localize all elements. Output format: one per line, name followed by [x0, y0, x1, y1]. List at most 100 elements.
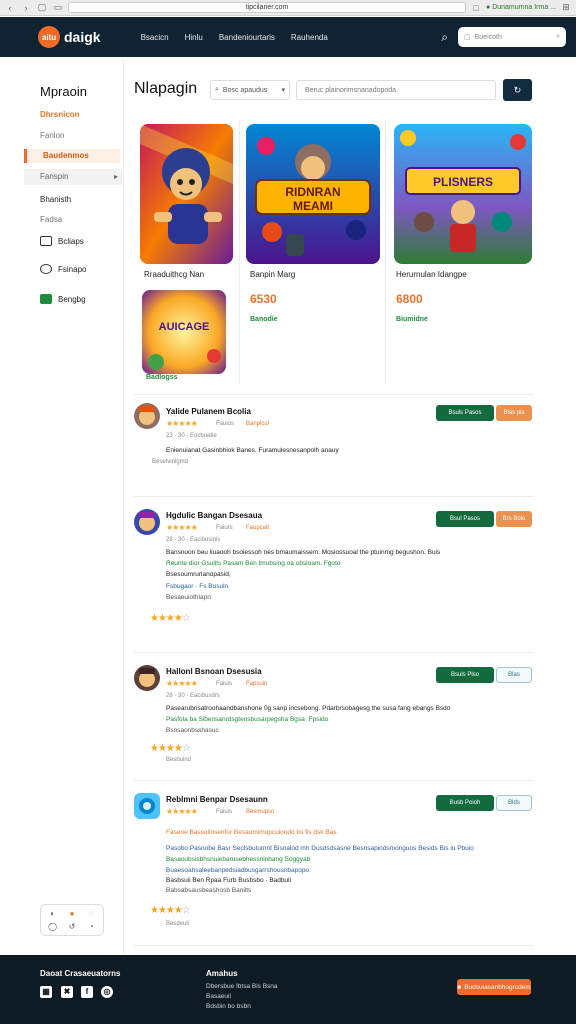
avatar[interactable] — [134, 403, 160, 429]
review-title[interactable]: Reblmni Benpar Dsesaunn — [166, 795, 268, 804]
review-text-line-5: Besaeuiothlapn — [166, 594, 211, 601]
game-art-hero — [140, 124, 233, 264]
page-icon[interactable]: ▢ — [36, 2, 48, 14]
game-thumbnail-small[interactable]: AUICAGE — [142, 290, 226, 374]
sidebar-item-7[interactable]: Bcliaps — [58, 237, 84, 246]
secondary-action-button[interactable]: Blas pis — [496, 405, 532, 421]
secondary-action-button[interactable]: Blds — [496, 795, 532, 811]
social-icon-1[interactable]: ◐ — [45, 909, 61, 918]
url-bar[interactable]: tipcilarier.com — [68, 2, 466, 13]
game-label-1: Badlogss — [146, 374, 178, 381]
review-date: 23 · 30 · Eocbuatie — [166, 433, 217, 439]
game-price-3: 6800 — [396, 292, 423, 306]
review-text-line-2: Pasfola ba Sibensanrdsgtensbusarpegsha B… — [166, 716, 329, 723]
review-item-2: Hgdulic Bangan Dsesaua ★★★★★ Faiurs Faup… — [134, 496, 534, 652]
chevron-right-icon: ▸ — [113, 172, 118, 181]
primary-action-button[interactable]: Bsul Pasos — [436, 511, 494, 527]
sidebar-item-8[interactable]: Fsinapo — [58, 265, 86, 274]
sidebar-item-5[interactable]: Bhanisth — [40, 195, 71, 204]
sidebar-icon[interactable]: ▭ — [52, 2, 64, 14]
review-title[interactable]: Yalide Pulanem Bcolia — [166, 407, 251, 416]
game-price-2: 6530 — [250, 292, 277, 306]
social-icon-6[interactable]: ◔ — [83, 922, 99, 931]
nav-link-3[interactable]: Bandeniourtaris — [219, 33, 275, 42]
review-text-line-3: Basaoubsisbhsnuiebarusebhessninbang Sogg… — [166, 856, 311, 863]
browser-toolbar: ‹ › ▢ ▭ tipcilarier.com □ ● Dunamumna Irm… — [0, 0, 576, 16]
primary-action-button[interactable]: Bsuls Pasos — [436, 405, 494, 421]
nav-links: Bsacicn Hinlu Bandeniourtaris Rauhenda — [141, 33, 328, 42]
review-title[interactable]: Hgdulic Bangan Dsesaua — [166, 511, 262, 520]
game-card-1[interactable]: Rraaduithcg Nan AUICAGE Badlogss — [134, 120, 240, 384]
logo[interactable]: aitu daigk — [38, 26, 101, 48]
game-art-title: PLISNERS — [433, 175, 493, 189]
review-title[interactable]: Hallonl Bsnoan Dsesusia — [166, 667, 262, 676]
qr-icon[interactable]: ▦ — [40, 986, 52, 998]
game-card-3[interactable]: PLISNERS Herurnulan Idangpe 6800 Biumidn… — [386, 120, 534, 384]
primary-action-button[interactable]: Bsuls Plso — [436, 667, 494, 683]
filter-dropdown[interactable]: ⌕ Bosc apaudus ▾ — [210, 80, 290, 100]
x-icon[interactable]: ✖ — [61, 986, 73, 998]
nav-link-4[interactable]: Rauhenda — [291, 33, 328, 42]
forward-icon[interactable]: › — [20, 2, 32, 14]
footer-link-3[interactable]: Bdsbin bo bsbn — [206, 1003, 251, 1010]
secondary-action-button[interactable]: Brs Bolo — [496, 511, 532, 527]
extension-label[interactable]: ● Dunamumna Irma ... — [486, 4, 556, 11]
instagram-icon[interactable]: ◎ — [101, 986, 113, 998]
new-tab-icon[interactable]: ⊞ — [560, 2, 572, 14]
logo-mark: aitu — [38, 26, 60, 48]
primary-action-button[interactable]: Busb Poioh — [436, 795, 494, 811]
footer-link-1[interactable]: Dbersbue Ibtsa Bis Bsna — [206, 983, 278, 990]
review-meta-2: Fapsuin — [246, 681, 268, 687]
nav-link-2[interactable]: Hinlu — [185, 33, 203, 42]
review-text-line-5: Basbsuii Ben Rpaa Furb Busbsbo · Badbuli — [166, 877, 292, 884]
top-navbar: aitu daigk Bsacicn Hinlu Bandeniourtaris… — [0, 17, 576, 57]
review-tag[interactable]: Besetvinigmd — [152, 459, 188, 465]
back-icon[interactable]: ‹ — [4, 2, 16, 14]
social-icon-4[interactable]: ◯ — [45, 922, 61, 931]
facebook-icon[interactable]: f — [81, 986, 93, 998]
game-thumbnail-3[interactable]: PLISNERS — [394, 124, 532, 264]
rating-stars[interactable]: ★★★★☆ — [150, 905, 191, 916]
refresh-icon: ↻ — [513, 84, 522, 95]
footer-title-1: Daoat Crasaeuatorns — [40, 969, 121, 978]
avatar-art — [139, 668, 155, 687]
social-icon-3[interactable]: ◌ — [83, 909, 99, 918]
avatar-art — [139, 512, 155, 531]
footer-cta-button[interactable]: ■ Budsuiasanbhogrcdem — [457, 979, 531, 995]
avatar[interactable] — [134, 793, 160, 819]
main-search-input[interactable]: Beruc plainorimsnanadopoda — [296, 80, 496, 100]
review-text-line-4[interactable]: Fsbugaor · Fs Busuln — [166, 583, 228, 590]
nav-link-1[interactable]: Bsacicn — [141, 33, 169, 42]
review-stars: ★★★★★ — [166, 419, 198, 428]
social-icon-2[interactable]: ● — [64, 909, 80, 918]
search-icon[interactable]: ⌕ — [441, 30, 448, 45]
nav-search-input[interactable]: ▢ Bueicoth ⌕ — [458, 27, 566, 47]
sidebar-item-6[interactable]: Fadsa — [40, 215, 62, 224]
secondary-action-button[interactable]: Blas — [496, 667, 532, 683]
game-thumbnail-2[interactable]: RIDNRAN MEAMI — [246, 124, 380, 264]
rating-stars[interactable]: ★★★★☆ — [150, 613, 191, 624]
footer-link-2[interactable]: Basaeuil — [206, 993, 231, 1000]
sidebar-item-4[interactable]: Fanspin ▸ — [24, 169, 122, 185]
social-icon-5[interactable]: ↺ — [64, 922, 80, 931]
rating-stars[interactable]: ★★★★☆ — [150, 743, 191, 754]
extension-icon: ● — [485, 4, 491, 11]
review-text-line-2: Pasobo Pasnobe Basr Seclsbutumnt Bisnalo… — [166, 845, 474, 852]
game-thumbnail-1[interactable] — [140, 124, 233, 264]
sidebar-item-9[interactable]: Bengbg — [58, 295, 86, 304]
search-submit-button[interactable]: ↻ — [503, 79, 532, 101]
game-card-2[interactable]: RIDNRAN MEAMI Banpin Marg 6530 Banodie — [240, 120, 386, 384]
game-art-small: AUICAGE — [142, 290, 226, 374]
sidebar-item-active[interactable]: Baudenmos — [24, 149, 120, 163]
avatar[interactable] — [134, 665, 160, 691]
footer: Daoat Crasaeuatorns ▦ ✖ f ◎ Amahus Dbers… — [0, 955, 576, 1024]
review-text-line-4: Buaesoahsaleebanpedsiadbusgarrshousnbapo… — [166, 867, 310, 874]
review-stars: ★★★★★ — [166, 523, 198, 532]
avatar[interactable] — [134, 509, 160, 535]
chevron-down-icon: ▾ — [281, 87, 285, 94]
sidebar-item-2[interactable]: Fanlon — [40, 131, 64, 140]
review-item-3: Hallonl Bsnoan Dsesusia ★★★★★ Faiuis Fap… — [134, 652, 534, 780]
game-art-title-2: MEAMI — [293, 199, 333, 213]
share-icon[interactable]: □ — [470, 2, 482, 14]
sidebar-item-1[interactable]: Dhrsnicon — [40, 110, 80, 119]
